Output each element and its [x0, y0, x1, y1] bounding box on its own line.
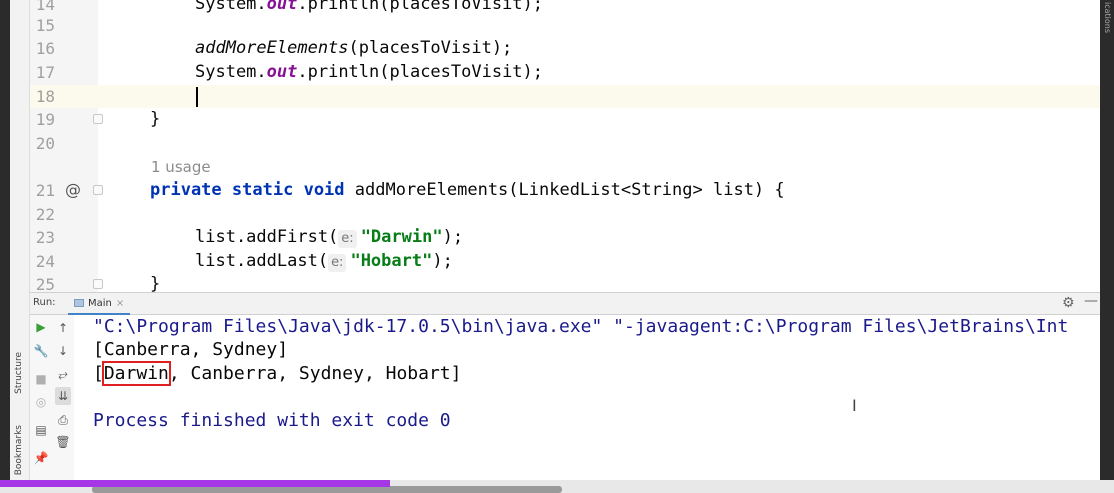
soft-wrap-icon[interactable]: ⥂ — [55, 365, 71, 383]
line-number: 22 — [35, 205, 55, 224]
text-caret — [196, 87, 198, 107]
line-number: 16 — [35, 39, 55, 58]
layout-icon[interactable]: ▤ — [33, 421, 49, 439]
line-number: 19 — [35, 110, 55, 129]
gear-icon[interactable]: ⚙ — [1062, 295, 1075, 311]
scroll-to-end-icon[interactable]: ⇊ — [55, 387, 71, 405]
console-line-command: "C:\Program Files\Java\jdk-17.0.5\bin\ja… — [93, 316, 1069, 337]
code-line: 25 } — [30, 273, 1100, 292]
line-number: 20 — [35, 134, 55, 153]
fold-marker-icon[interactable] — [93, 185, 103, 195]
run-panel-header: Run: Main × ⚙ — — [30, 292, 1100, 315]
camera-icon[interactable]: ◎ — [33, 393, 49, 411]
line-number: 23 — [35, 228, 55, 247]
trash-icon[interactable]: 🗑 — [55, 433, 71, 451]
code-line: 16 addMoreElements(placesToVisit); — [30, 37, 1100, 60]
code-line: 21 @ private static void addMoreElements… — [30, 179, 1100, 202]
stop-icon[interactable]: ■ — [33, 370, 49, 388]
code-line: 22 — [30, 203, 1100, 226]
line-number: 21 — [35, 181, 55, 200]
left-window-edge — [0, 0, 10, 493]
code-line: 15 — [30, 14, 1100, 37]
override-marker-icon[interactable]: @ — [65, 180, 81, 199]
wrench-icon[interactable]: 🔧 — [33, 342, 49, 360]
usage-hint[interactable]: 1 usage — [151, 158, 211, 176]
code-line: 19 } — [30, 108, 1100, 131]
current-line: 18 — [30, 85, 1100, 108]
video-progress-bar[interactable] — [0, 480, 390, 487]
code-line: 20 — [30, 132, 1100, 155]
code-line: 23 list.addFirst(e: "Darwin"); — [30, 226, 1100, 249]
tab-label: Main — [88, 297, 112, 309]
code-text: System.out.println(placesToVisit); — [195, 62, 544, 82]
text-cursor-icon: I — [852, 396, 857, 415]
line-number: 18 — [35, 87, 55, 106]
console-line: [Darwin, Canberra, Sydney, Hobart] — [93, 361, 462, 386]
line-number: 17 — [35, 63, 55, 82]
code-line: 17 System.out.println(placesToVisit); — [30, 61, 1100, 84]
code-text: private static void addMoreElements(Link… — [150, 180, 785, 200]
pin-icon[interactable]: 📌 — [33, 449, 49, 467]
code-text: list.addLast(e: "Hobart"); — [195, 251, 453, 272]
run-toolbar-left: ▶ 🔧 ■ ◎ ▤ 📌 — [30, 315, 52, 480]
fold-marker-icon[interactable] — [93, 279, 103, 289]
code-text: addMoreElements(placesToVisit); — [195, 38, 513, 58]
console-line: [Canberra, Sydney] — [93, 339, 289, 360]
fold-marker-icon[interactable] — [93, 114, 103, 124]
run-label: Run: — [33, 297, 56, 308]
tool-window-bar: Structure Bookmarks — [10, 0, 30, 493]
bookmarks-tool-button[interactable]: Bookmarks — [14, 425, 24, 475]
right-window-edge — [1100, 0, 1114, 493]
up-arrow-icon[interactable]: ↑ — [55, 319, 71, 337]
console-output[interactable]: "C:\Program Files\Java\jdk-17.0.5\bin\ja… — [74, 315, 1100, 480]
print-icon[interactable]: ⎙ — [55, 411, 71, 429]
run-icon[interactable]: ▶ — [33, 318, 49, 336]
structure-tool-button[interactable]: Structure — [14, 352, 24, 394]
notifications-tool-button[interactable]: ications — [1103, 2, 1112, 33]
code-editor[interactable]: 14 System.out.println(placesToVisit); 15… — [30, 0, 1100, 292]
line-number: 25 — [35, 275, 55, 292]
close-icon[interactable]: × — [116, 298, 124, 309]
param-hint: e: — [338, 230, 357, 248]
run-toolbar-right: ↑ ↓ ⥂ ⇊ ⎙ 🗑 — [52, 315, 74, 480]
code-text: } — [150, 274, 161, 292]
run-tab-main[interactable]: Main × — [68, 293, 131, 315]
down-arrow-icon[interactable]: ↓ — [55, 342, 71, 360]
code-line: 24 list.addLast(e: "Hobart"); — [30, 250, 1100, 273]
console-icon — [74, 299, 84, 307]
highlighted-darwin: Darwin — [101, 361, 171, 386]
code-text: } — [150, 109, 161, 129]
param-hint: e: — [328, 254, 347, 272]
line-number: 15 — [35, 16, 55, 35]
line-number: 24 — [35, 252, 55, 271]
code-text: list.addFirst(e: "Darwin"); — [195, 227, 464, 248]
minimize-icon[interactable]: — — [1084, 293, 1098, 309]
console-line-exit: Process finished with exit code 0 — [93, 410, 451, 431]
horizontal-scrollbar[interactable] — [92, 486, 562, 493]
